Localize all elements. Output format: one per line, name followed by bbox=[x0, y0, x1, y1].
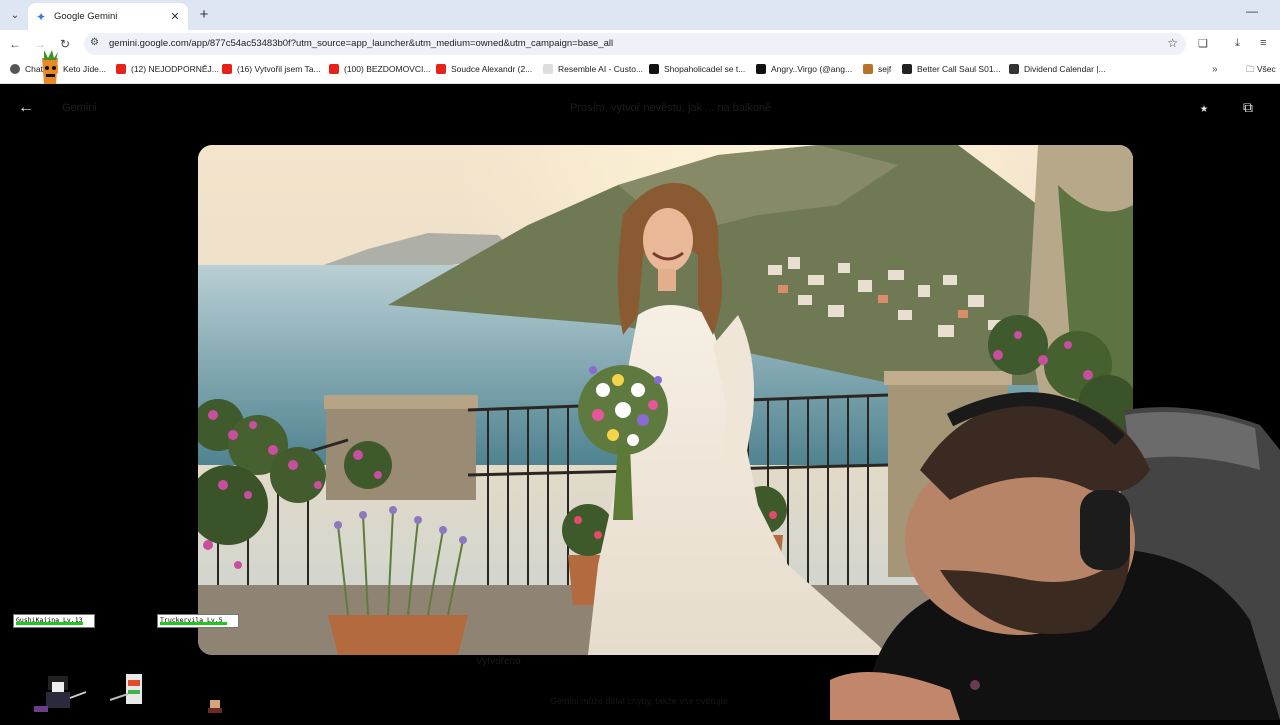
bookmark-item[interactable]: (100) BEZDOMOVCI... bbox=[329, 64, 430, 74]
address-url[interactable]: gemini.google.com/app/877c54ac53483b0f?u… bbox=[109, 38, 613, 49]
new-tab-plus-icon[interactable]: + bbox=[195, 5, 213, 23]
bookmark-item[interactable]: (16) Vytvořil jsem Ta... bbox=[222, 64, 321, 74]
bookmark-item[interactable]: Soudce Alexandr (2... bbox=[436, 64, 532, 74]
image-caption: Vytvořeno bbox=[476, 656, 521, 667]
disclaimer-text: Gemini může dělat chyby, takže vše ověřu… bbox=[550, 696, 728, 706]
bookmark-item[interactable]: sejf bbox=[863, 64, 891, 74]
bookmark-label: Better Call Saul S01... bbox=[917, 64, 1001, 74]
bookmark-item[interactable]: Better Call Saul S01... bbox=[902, 64, 1001, 74]
webcam-overlay bbox=[830, 380, 1280, 720]
youtube-icon bbox=[222, 64, 232, 74]
bookmarks-bar: Chat Keto Jíde... (12) NEJODPORNĚJ... (1… bbox=[0, 58, 1280, 84]
bookmark-item[interactable]: Shopaholicadel se t... bbox=[649, 64, 745, 74]
tab-bar: ⌄ ✦ Google Gemini ✕ + — bbox=[0, 0, 1280, 30]
browser-toolbar: ← → ↻ ⚙ gemini.google.com/app/877c54ac53… bbox=[0, 30, 1280, 58]
back-arrow-icon[interactable]: ← bbox=[7, 36, 23, 52]
menu-icon[interactable]: ≡ bbox=[1260, 37, 1266, 49]
tiktok-favicon-icon bbox=[756, 64, 766, 74]
youtube-icon bbox=[329, 64, 339, 74]
more-bookmarks-chevron-icon[interactable]: » bbox=[1212, 64, 1218, 75]
folder-label: Všec bbox=[1256, 64, 1276, 74]
player-hp-bar bbox=[16, 622, 83, 625]
robot-sprite-icon bbox=[108, 670, 152, 710]
bookmark-label: (100) BEZDOMOVCI... bbox=[344, 64, 431, 74]
player-tag: GushiKajina Lv.13 bbox=[13, 614, 95, 628]
bookmark-label: sejf bbox=[878, 64, 892, 74]
bookmark-item[interactable]: Dividend Calendar |... bbox=[1009, 64, 1106, 74]
bookmark-label: Resemble AI - Custo... bbox=[558, 64, 644, 74]
bookmark-item[interactable]: (12) NEJODPORNĚJ... bbox=[116, 64, 219, 74]
youtube-icon bbox=[436, 64, 446, 74]
bookmark-label: Soudce Alexandr (2... bbox=[451, 64, 533, 74]
all-bookmarks-folder[interactable]: 🗀 Všec bbox=[1246, 64, 1276, 78]
tab-google-gemini[interactable]: ✦ Google Gemini ✕ bbox=[28, 3, 188, 30]
bookmark-item[interactable]: Angry..Virgo (@ang... bbox=[756, 64, 852, 74]
bookmark-star-icon[interactable]: ☆ bbox=[1167, 36, 1178, 50]
site-settings-icon[interactable]: ⚙ bbox=[90, 37, 99, 48]
streamer-webcam-illustration bbox=[830, 392, 1280, 720]
video-favicon-icon bbox=[902, 64, 912, 74]
bookmark-label: (12) NEJODPORNĚJ... bbox=[131, 64, 219, 74]
player-tag: Truckervila Lv.5 bbox=[157, 614, 239, 628]
tab-close-icon[interactable]: ✕ bbox=[168, 10, 182, 23]
address-bar[interactable]: ⚙ gemini.google.com/app/877c54ac53483b0f… bbox=[84, 33, 1186, 55]
small-sprite-icon bbox=[204, 698, 226, 714]
bookmark-label: Angry..Virgo (@ang... bbox=[771, 64, 853, 74]
tab-search-chevron-icon[interactable]: ⌄ bbox=[6, 6, 24, 24]
bookmark-label: Dividend Calendar |... bbox=[1024, 64, 1106, 74]
chat-favicon-icon bbox=[10, 64, 20, 74]
bookmark-label: (16) Vytvořil jsem Ta... bbox=[237, 64, 321, 74]
back-arrow-icon[interactable]: ← bbox=[18, 99, 34, 117]
tab-title: Google Gemini bbox=[54, 11, 118, 22]
minimize-window-icon[interactable]: — bbox=[1246, 4, 1258, 18]
extensions-puzzle-icon[interactable]: ❑ bbox=[1198, 37, 1208, 50]
player-hp-bar bbox=[160, 622, 227, 625]
bookmark-label: Shopaholicadel se t... bbox=[664, 64, 746, 74]
bookmark-label: Keto Jíde... bbox=[63, 64, 106, 74]
youtube-icon bbox=[116, 64, 126, 74]
pirate-sprite-icon bbox=[30, 672, 90, 714]
dividend-favicon-icon bbox=[1009, 64, 1019, 74]
gemini-sparkle-icon: ✦ bbox=[36, 9, 47, 24]
viewer-prompt-title: Prosím, vytvoř nevěstu, jak ... na balko… bbox=[570, 102, 772, 114]
resemble-favicon-icon bbox=[543, 64, 553, 74]
copy-icon[interactable]: ⧉ bbox=[1243, 99, 1253, 116]
sejf-favicon-icon bbox=[863, 64, 873, 74]
viewer-app-label: Gemini bbox=[62, 102, 97, 114]
bookmark-item[interactable]: Resemble AI - Custo... bbox=[543, 64, 643, 74]
carrot-mascot-icon bbox=[32, 48, 68, 88]
x-favicon-icon bbox=[649, 64, 659, 74]
download-icon[interactable]: ⤓ bbox=[1235, 37, 1240, 50]
share-icon[interactable]: ⭑ bbox=[1200, 100, 1208, 117]
